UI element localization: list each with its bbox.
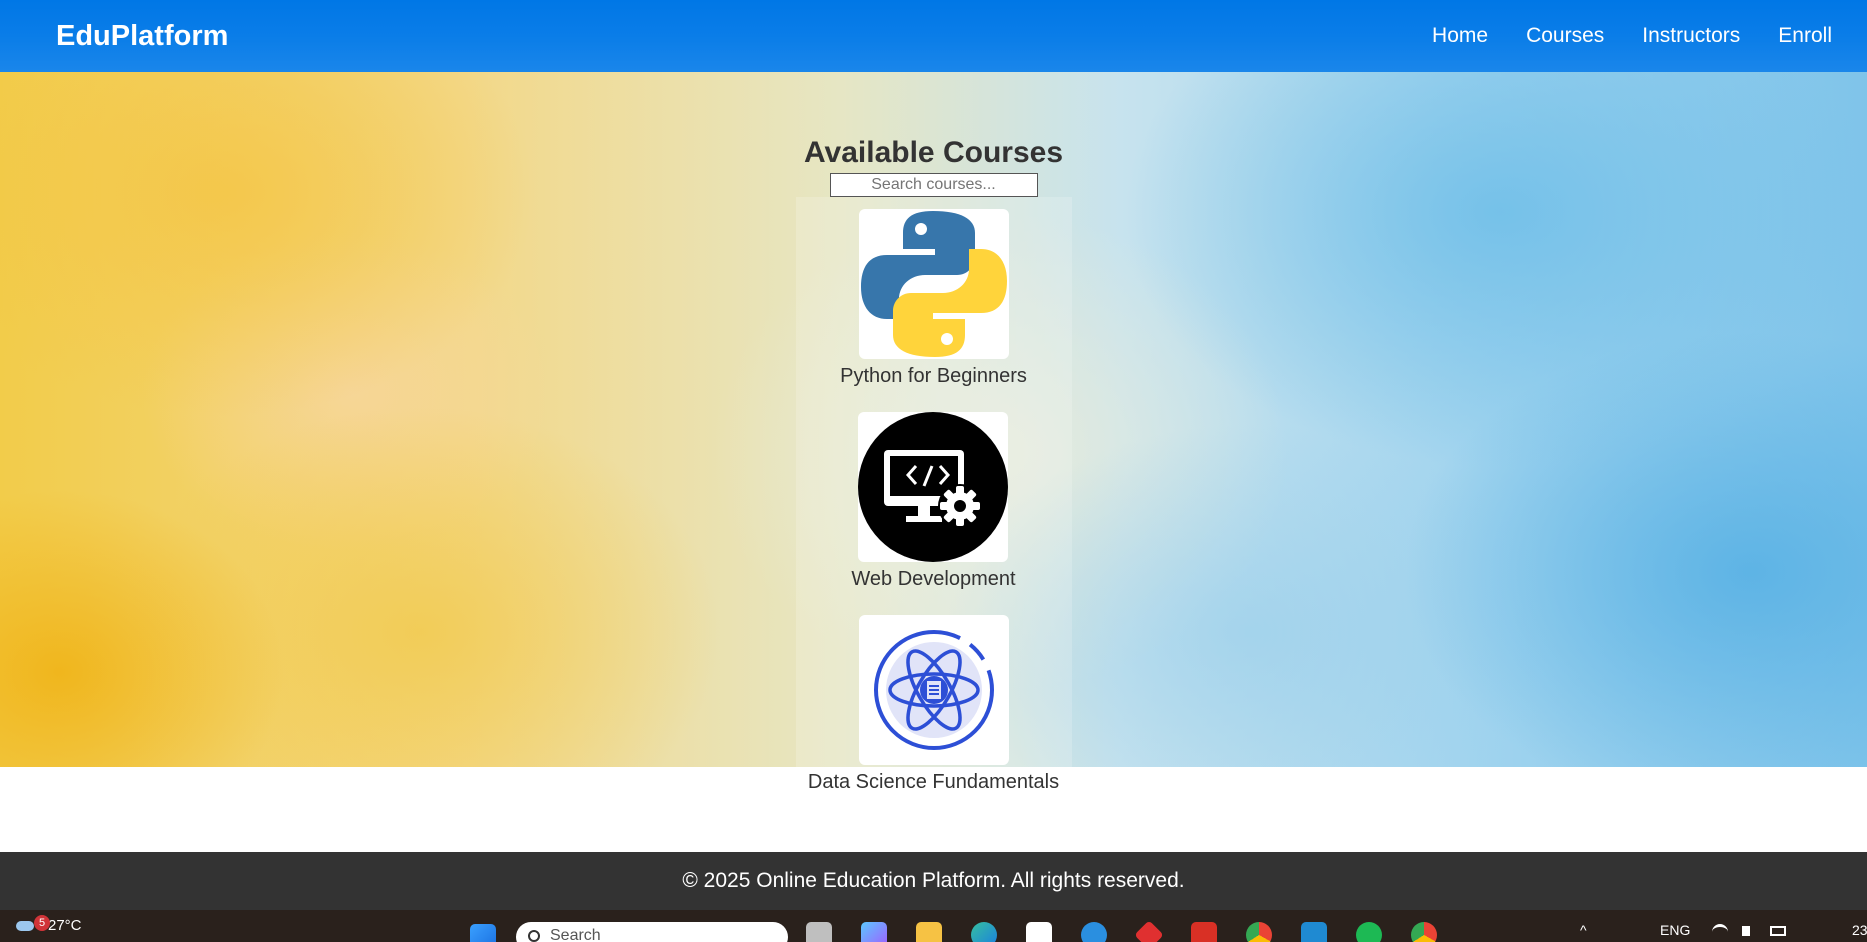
nav-link-instructors[interactable]: Instructors <box>1642 24 1740 48</box>
course-title: Web Development <box>851 568 1016 590</box>
monitor-code-gear-icon <box>858 412 1009 562</box>
atom-document-icon <box>858 615 1009 765</box>
course-search-input[interactable] <box>829 173 1038 197</box>
main-content: Available Courses Python for Beginners <box>0 72 1867 818</box>
store-icon[interactable] <box>1026 922 1052 942</box>
windows-start-icon[interactable] <box>470 924 496 942</box>
course-title: Data Science Fundamentals <box>807 771 1060 793</box>
chrome-active-icon[interactable] <box>1411 922 1437 942</box>
course-card-web-development[interactable]: Web Development <box>851 412 1016 591</box>
volume-icon[interactable] <box>1742 926 1750 936</box>
gmail-icon[interactable] <box>1191 922 1217 942</box>
weather-widget[interactable]: 5 27°C <box>16 915 82 934</box>
search-icon <box>528 930 540 942</box>
nav-link-courses[interactable]: Courses <box>1526 24 1604 48</box>
chevron-up-icon[interactable]: ^ <box>1580 922 1587 938</box>
temperature-label: 27°C <box>48 917 82 934</box>
cloud-icon <box>16 920 34 931</box>
page-title: Available Courses <box>804 136 1063 169</box>
nav-links: Home Courses Instructors Enroll <box>1394 24 1832 48</box>
edge-icon[interactable] <box>971 922 997 942</box>
task-view-icon[interactable] <box>806 922 832 942</box>
brand-logo[interactable]: EduPlatform <box>56 20 228 53</box>
taskbar-search-label: Search <box>550 927 601 942</box>
nav-link-enroll[interactable]: Enroll <box>1778 24 1832 48</box>
top-navbar: EduPlatform Home Courses Instructors Enr… <box>0 0 1867 72</box>
course-title: Python for Beginners <box>840 365 1027 387</box>
battery-icon[interactable] <box>1770 926 1786 936</box>
python-logo-icon <box>858 209 1009 359</box>
wifi-icon[interactable] <box>1712 924 1728 934</box>
os-taskbar: 5 27°C Search ^ ENG 23 <box>0 910 1867 942</box>
course-list: Python for Beginners Web Development Dat… <box>795 197 1072 818</box>
file-explorer-icon[interactable] <box>916 922 942 942</box>
site-footer: © 2025 Online Education Platform. All ri… <box>0 852 1867 910</box>
language-indicator[interactable]: ENG <box>1660 922 1690 938</box>
app-red-icon[interactable] <box>1134 920 1164 942</box>
notification-badge: 5 <box>34 915 50 931</box>
course-card-data-science[interactable]: Data Science Fundamentals <box>808 615 1059 794</box>
nav-link-home[interactable]: Home <box>1432 24 1488 48</box>
edge-dev-icon[interactable] <box>1081 922 1107 942</box>
copilot-icon[interactable] <box>861 922 887 942</box>
chrome-icon[interactable] <box>1246 922 1272 942</box>
spotify-icon[interactable] <box>1356 922 1382 942</box>
taskbar-search-box[interactable]: Search <box>516 922 788 942</box>
vscode-icon[interactable] <box>1301 922 1327 942</box>
course-card-python[interactable]: Python for Beginners <box>840 209 1027 388</box>
clock[interactable]: 23 <box>1852 922 1867 938</box>
footer-copyright: © 2025 Online Education Platform. All ri… <box>682 869 1185 892</box>
